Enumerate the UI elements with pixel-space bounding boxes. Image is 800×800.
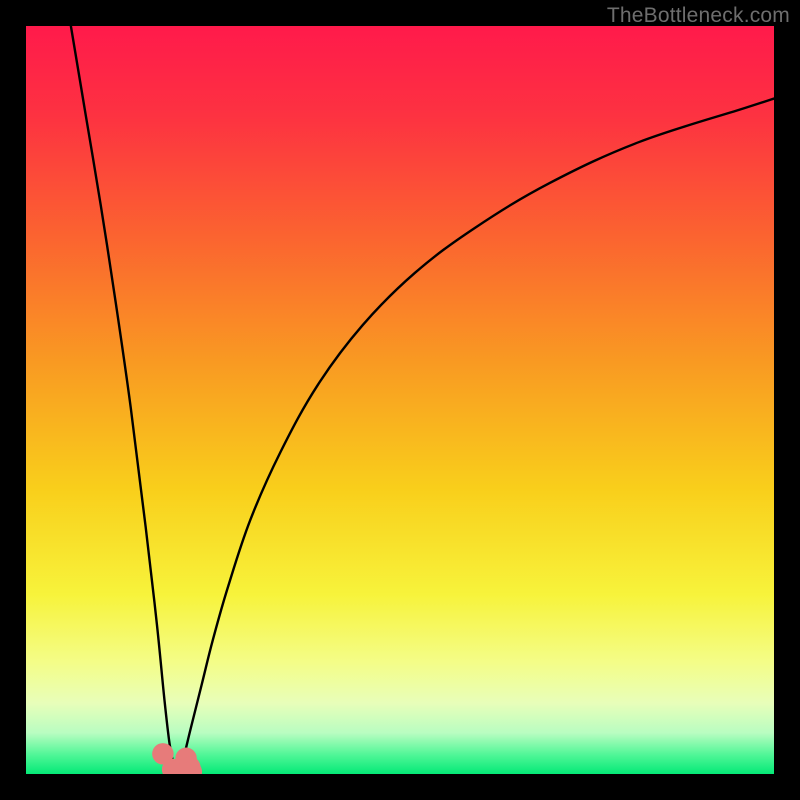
chart-frame: TheBottleneck.com: [0, 0, 800, 800]
data-markers: [152, 743, 202, 774]
plot-area: [26, 26, 774, 774]
bottleneck-curve-right: [177, 99, 774, 774]
bottleneck-curve-left: [71, 26, 177, 774]
watermark-text: TheBottleneck.com: [607, 4, 790, 28]
curve-layer: [26, 26, 774, 774]
